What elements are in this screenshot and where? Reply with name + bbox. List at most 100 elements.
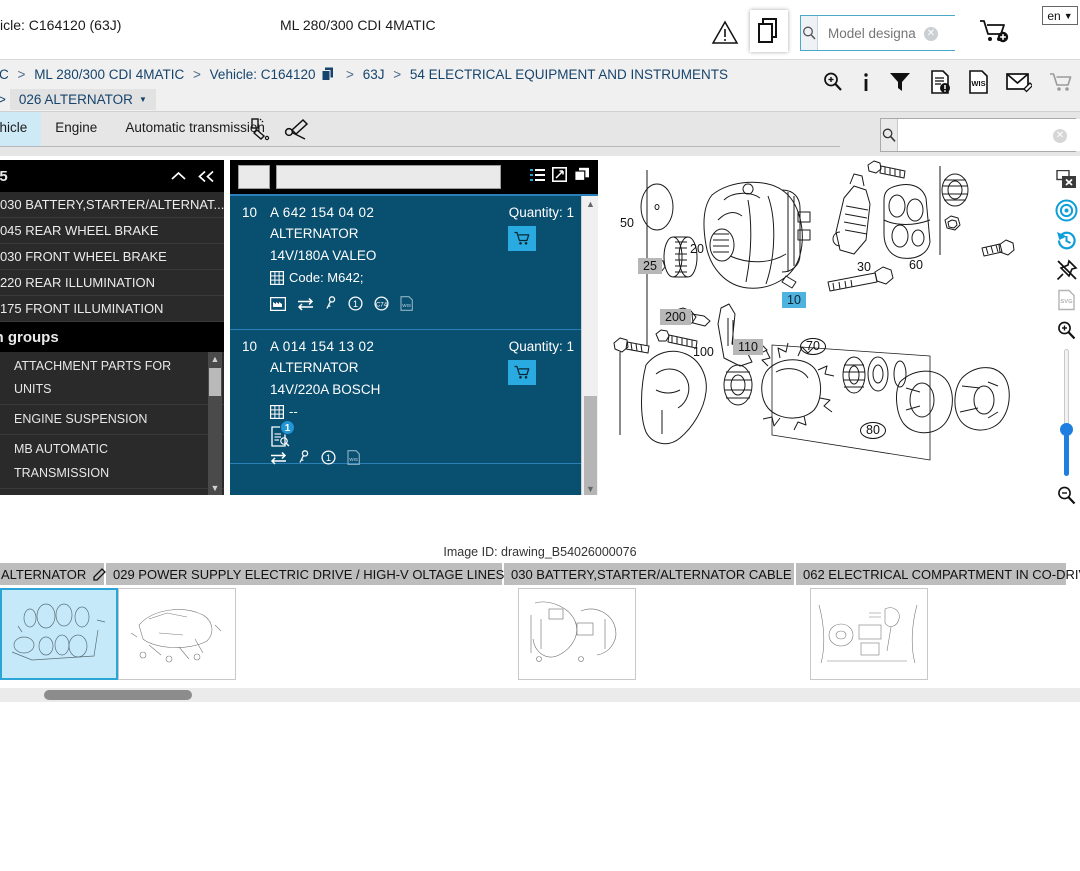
thumbnail-item[interactable] — [118, 588, 236, 680]
breadcrumb-current-dropdown[interactable]: 026 ALTERNATOR ▼ — [9, 89, 156, 110]
expand-icon[interactable] — [552, 167, 567, 182]
scroll-up-icon[interactable]: ▲ — [208, 352, 222, 366]
strip-tab-power-supply[interactable]: 029 POWER SUPPLY ELECTRIC DRIVE / HIGH-V… — [106, 563, 525, 585]
sidebar-item-recent-3[interactable]: - 220 REAR ILLUMINATION — [0, 270, 224, 296]
sidebar-item-recent-4[interactable]: - 175 FRONT ILLUMINATION — [0, 296, 224, 322]
secondary-search-box[interactable]: ✕ — [880, 118, 1080, 152]
clear-icon[interactable]: ✕ — [1053, 129, 1067, 143]
diagram-callout[interactable]: 10 — [782, 292, 806, 308]
part-number: A 642 154 04 02 — [270, 205, 375, 220]
model-search-box[interactable]: ✕ — [800, 15, 1027, 51]
exchange-icon[interactable] — [270, 451, 287, 465]
scroll-down-icon[interactable]: ▼ — [582, 481, 598, 495]
clear-icon[interactable]: ✕ — [924, 27, 938, 41]
diagram-callout[interactable]: 25 — [638, 258, 662, 274]
sidebar-group-2[interactable]: MB AUTOMATIC TRANSMISSION — [0, 435, 224, 489]
sidebar-item-recent-1[interactable]: - 045 REAR WHEEL BRAKE — [0, 218, 224, 244]
wis-document-icon[interactable]: WIS — [968, 70, 989, 94]
parts-filter-input[interactable] — [276, 165, 501, 189]
breadcrumb-item-2[interactable]: Vehicle: C164120 — [210, 67, 316, 82]
zoom-slider[interactable] — [1053, 345, 1080, 480]
diagram-callout[interactable]: 110 — [733, 339, 763, 355]
grid-table-icon[interactable] — [270, 404, 284, 419]
mail-edit-icon[interactable] — [1006, 71, 1032, 93]
cart-icon[interactable] — [1049, 71, 1074, 93]
key-icon[interactable] — [298, 450, 310, 465]
diagram-callout[interactable]: 30 — [857, 260, 871, 274]
tab-engine[interactable]: Engine — [41, 112, 111, 146]
thumbnail-item[interactable] — [810, 588, 928, 680]
tools-icon[interactable] — [284, 117, 310, 141]
image-id-label: Image ID: drawing_B54026000076 — [443, 545, 637, 559]
warning-triangle-icon[interactable] — [711, 18, 739, 46]
sidebar-group-3[interactable]: TRANSFER CASE — [0, 489, 224, 495]
scroll-up-icon[interactable]: ▲ — [582, 196, 598, 212]
parts-filter-position-input[interactable] — [238, 165, 270, 189]
scrollbar-thumb[interactable] — [209, 368, 221, 396]
wis-document-icon[interactable]: WIS — [347, 450, 360, 465]
unpin-icon[interactable] — [1053, 255, 1080, 285]
chevron-up-icon[interactable] — [170, 170, 187, 182]
paint-spray-icon[interactable] — [248, 117, 272, 141]
copy-vehicle-icon[interactable] — [321, 67, 335, 82]
language-selector[interactable]: en ▼ — [1042, 6, 1078, 25]
sidebar-group-1[interactable]: ENGINE SUSPENSION — [0, 405, 224, 436]
diagram-callout[interactable]: 100 — [693, 345, 714, 359]
history-reset-icon[interactable] — [1053, 225, 1080, 255]
diagram-callout[interactable]: 200 — [660, 309, 691, 325]
wis-document-icon[interactable]: WIS — [400, 296, 413, 311]
breadcrumb-item-3[interactable]: 63J — [363, 67, 385, 82]
strip-tab-alternator[interactable]: ALTERNATOR — [0, 563, 107, 585]
parts-diagram-viewer[interactable]: 50 20 25 10 200 100 110 70 30 60 80 — [600, 160, 1055, 535]
sidebar-item-recent-0[interactable]: - 030 BATTERY,STARTER/ALTERNAT... — [0, 192, 224, 218]
edit-pencil-icon[interactable] — [93, 567, 107, 581]
part-list-item[interactable]: 10 A 642 154 04 02 ALTERNATOR 14V/180A V… — [230, 196, 598, 330]
strip-tab-electrical-compartment[interactable]: 062 ELECTRICAL COMPARTMENT IN CO-DRIV — [796, 563, 1080, 585]
copy-documents-icon[interactable] — [750, 10, 788, 52]
scroll-down-icon[interactable]: ▼ — [208, 481, 222, 495]
thumbnail-item[interactable] — [518, 588, 636, 680]
sidebar-scrollbar[interactable]: ▲ ▼ — [208, 352, 222, 495]
target-focus-icon[interactable] — [1053, 195, 1080, 225]
key-icon[interactable] — [325, 296, 337, 311]
circle-one-icon[interactable]: 1 — [321, 450, 336, 465]
add-part-to-cart-button[interactable] — [508, 360, 536, 385]
zoom-slider-knob[interactable] — [1060, 423, 1073, 436]
scrollbar-thumb[interactable] — [44, 690, 192, 700]
factory-icon[interactable] — [270, 296, 286, 311]
breadcrumb-item-4[interactable]: 54 ELECTRICAL EQUIPMENT AND INSTRUMENTS — [410, 67, 728, 82]
thumbnail-item-selected[interactable] — [0, 588, 118, 680]
parts-list-scrollbar[interactable]: ▲ ▼ — [581, 196, 598, 495]
sidebar-item-recent-2[interactable]: - 030 FRONT WHEEL BRAKE — [0, 244, 224, 270]
grid-table-icon[interactable] — [270, 270, 284, 285]
thumbnail-horizontal-scrollbar[interactable] — [0, 688, 1080, 702]
list-view-icon[interactable] — [530, 168, 545, 182]
c74-badge-icon[interactable]: C74 — [374, 296, 389, 311]
document-search-icon[interactable]: 1 — [270, 420, 295, 450]
info-icon[interactable] — [861, 71, 871, 93]
copy-icon[interactable] — [574, 167, 590, 182]
add-part-to-cart-button[interactable] — [508, 226, 536, 251]
diagram-callout[interactable]: 70 — [800, 338, 826, 355]
zoom-in-icon[interactable] — [1053, 315, 1080, 345]
zoom-out-icon[interactable] — [1053, 480, 1080, 510]
diagram-callout[interactable]: 80 — [860, 422, 886, 439]
sidebar-group-0[interactable]: ATTACHMENT PARTS FOR UNITS — [0, 352, 224, 406]
strip-tab-battery-cable[interactable]: 030 BATTERY,STARTER/ALTERNATOR CABLE — [504, 563, 812, 585]
part-list-item[interactable]: 10 A 014 154 13 02 ALTERNATOR 14V/220A B… — [230, 330, 598, 465]
filter-icon[interactable] — [888, 71, 912, 93]
double-chevron-left-icon[interactable] — [197, 170, 216, 183]
add-to-cart-icon[interactable] — [978, 18, 1010, 44]
diagram-callout[interactable]: 50 — [620, 216, 634, 230]
breadcrumb-item-1[interactable]: ML 280/300 CDI 4MATIC — [34, 67, 184, 82]
document-alert-icon[interactable] — [929, 70, 951, 94]
circle-one-icon[interactable]: 1 — [348, 296, 363, 311]
close-window-icon[interactable] — [1053, 165, 1080, 195]
diagram-callout[interactable]: 60 — [909, 258, 923, 272]
svg-export-icon[interactable]: SVG — [1053, 285, 1080, 315]
diagram-callout[interactable]: 20 — [690, 242, 704, 256]
zoom-search-icon[interactable] — [822, 71, 844, 93]
breadcrumb-item-0[interactable]: PC — [0, 67, 9, 82]
exchange-icon[interactable] — [297, 297, 314, 311]
tab-vehicle[interactable]: ehicle — [0, 112, 42, 146]
